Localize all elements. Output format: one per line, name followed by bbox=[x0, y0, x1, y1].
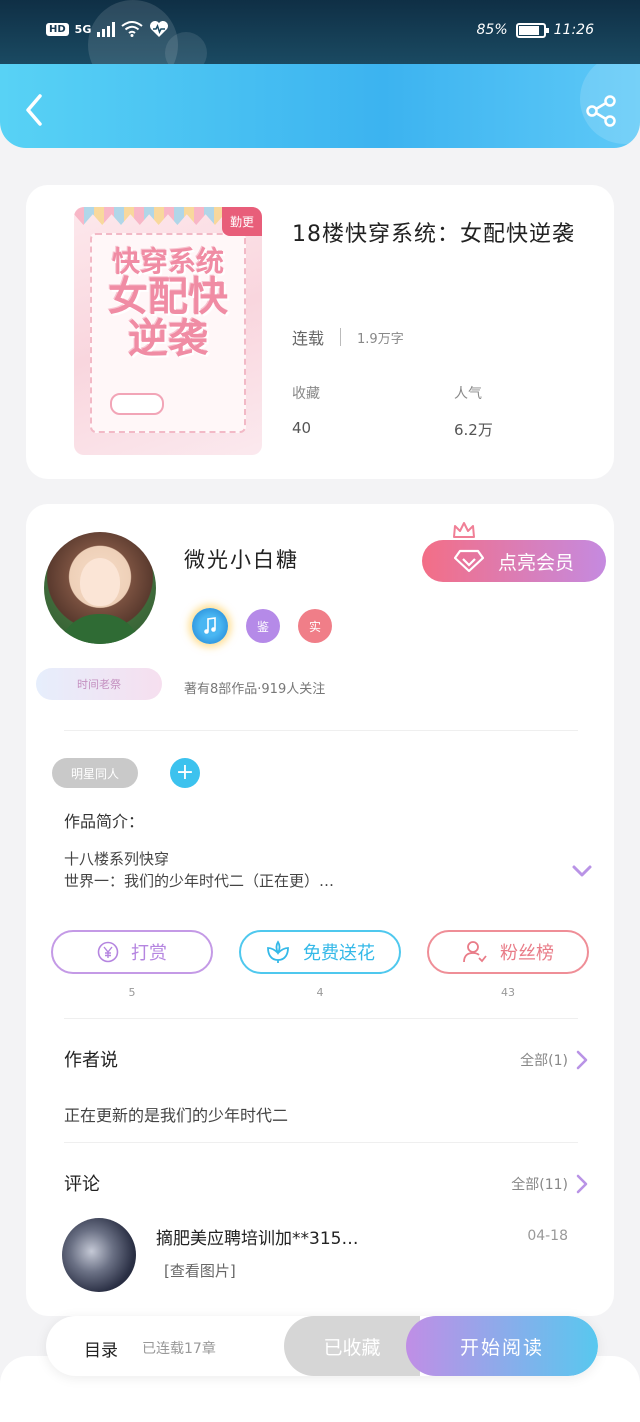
favorited-button[interactable]: 已收藏 bbox=[284, 1316, 420, 1376]
wifi-icon bbox=[121, 21, 143, 37]
favorites-label: 收藏 bbox=[292, 386, 320, 402]
vip-button[interactable]: 点亮会员 bbox=[422, 540, 606, 582]
toc-count: 已连载17章 bbox=[142, 1341, 216, 1357]
popularity-value: 6.2万 bbox=[454, 421, 493, 439]
flower-button[interactable]: 免费送花 bbox=[239, 930, 401, 974]
cover-title-line: 快穿系统 bbox=[111, 245, 224, 278]
clock: 11:26 bbox=[553, 22, 594, 38]
jian-badge[interactable]: 鉴 bbox=[246, 609, 280, 643]
divider bbox=[64, 1142, 578, 1143]
user-icon bbox=[463, 941, 487, 963]
author-badges: 鉴 实 bbox=[192, 608, 332, 644]
status-right: 85% 11:26 bbox=[477, 22, 594, 38]
comments-title: 评论 bbox=[64, 1174, 100, 1195]
battery-icon bbox=[515, 22, 549, 38]
add-tag-button[interactable]: + bbox=[170, 758, 200, 788]
diamond-icon bbox=[453, 549, 484, 573]
book-title: 18楼快穿系统：女配快逆袭 bbox=[292, 222, 575, 247]
author-stats: 著有8部作品·919人关注 bbox=[184, 682, 326, 697]
popularity-label: 人气 bbox=[454, 386, 482, 402]
author-say-all-link[interactable]: 全部(1) bbox=[520, 1050, 588, 1070]
book-status: 连载 bbox=[292, 329, 325, 348]
network-label: 5G bbox=[74, 22, 92, 36]
book-info-card: 快穿系统 女配快 逆袭 勤更 18楼快穿系统：女配快逆袭 连载 1.9万字 收藏… bbox=[26, 185, 614, 479]
author-title-ribbon: 时间老祭 bbox=[36, 668, 162, 700]
start-reading-button[interactable]: 开始阅读 bbox=[406, 1316, 598, 1376]
top-header bbox=[0, 64, 640, 148]
view-image-link[interactable]: [查看图片] bbox=[164, 1260, 236, 1281]
hd-badge: HD bbox=[46, 22, 69, 36]
intro-label: 作品简介： bbox=[64, 812, 145, 831]
crown-icon bbox=[453, 522, 475, 538]
divider bbox=[64, 1018, 578, 1019]
author-say-title: 作者说 bbox=[64, 1050, 118, 1071]
flower-label: 免费送花 bbox=[303, 943, 375, 964]
intro-line: 世界一：我们的少年时代二（正在更）… bbox=[64, 872, 335, 890]
music-badge-icon[interactable] bbox=[192, 608, 228, 644]
book-meta: 连载 1.9万字 bbox=[292, 325, 404, 349]
start-reading-label: 开始阅读 bbox=[459, 1336, 544, 1359]
battery-fill bbox=[518, 25, 539, 35]
fans-count: 43 bbox=[501, 986, 515, 999]
comment-date: 04-18 bbox=[527, 1228, 568, 1244]
reward-label: 打赏 bbox=[131, 943, 167, 964]
share-icon[interactable] bbox=[584, 94, 618, 128]
meta-divider bbox=[340, 328, 342, 346]
author-avatar[interactable] bbox=[44, 532, 156, 644]
avatar-shirt bbox=[58, 614, 142, 644]
reward-count: 5 bbox=[128, 986, 136, 999]
comments-all-label: 全部(11) bbox=[511, 1177, 568, 1193]
cover-title-line: 女配快 bbox=[108, 273, 228, 321]
author-detail-card: 微光小白糖 点亮会员 鉴 实 时间老祭 著有8部作品·919人关注 明星同人 +… bbox=[26, 504, 614, 1316]
vip-button-label: 点亮会员 bbox=[497, 551, 574, 574]
tag-pill[interactable]: 明星同人 bbox=[52, 758, 138, 788]
battery-percent: 85% bbox=[476, 22, 508, 38]
cover-tag: 勤更 bbox=[221, 207, 262, 236]
word-count: 1.9万字 bbox=[357, 331, 404, 347]
comment-text[interactable]: 摘肥美应聘培训加**315… bbox=[156, 1224, 358, 1249]
cover-title-line: 逆袭 bbox=[128, 315, 208, 363]
flower-count: 4 bbox=[316, 986, 324, 999]
status-left: HD 5G bbox=[46, 20, 169, 38]
chevron-right-icon bbox=[576, 1174, 588, 1194]
yen-icon bbox=[97, 941, 119, 963]
chevron-down-icon[interactable] bbox=[570, 862, 594, 880]
comments-all-link[interactable]: 全部(11) bbox=[511, 1174, 588, 1194]
bottom-action-bar: 目录 已连载17章 已收藏 开始阅读 bbox=[46, 1316, 598, 1376]
commenter-avatar[interactable] bbox=[62, 1218, 136, 1292]
author-say-all-label: 全部(1) bbox=[520, 1053, 568, 1069]
bunny-sign-icon bbox=[110, 393, 164, 415]
author-say-content: 正在更新的是我们的少年时代二 bbox=[64, 1106, 289, 1125]
shi-badge[interactable]: 实 bbox=[298, 609, 332, 643]
cover-title: 快穿系统 女配快 逆袭 bbox=[92, 247, 244, 360]
book-cover[interactable]: 快穿系统 女配快 逆袭 勤更 bbox=[74, 207, 262, 455]
avatar-face bbox=[80, 558, 120, 606]
fans-label: 粉丝榜 bbox=[500, 943, 554, 964]
signal-icon bbox=[97, 21, 116, 37]
author-name[interactable]: 微光小白糖 bbox=[184, 544, 299, 574]
fans-rank-button[interactable]: 粉丝榜 bbox=[427, 930, 589, 974]
toc-button[interactable]: 目录 bbox=[84, 1336, 118, 1361]
reward-button[interactable]: 打赏 bbox=[51, 930, 213, 974]
status-bar: HD 5G 85% 11:26 bbox=[0, 0, 640, 90]
divider bbox=[64, 730, 578, 731]
chevron-right-icon bbox=[576, 1050, 588, 1070]
favorites-value: 40 bbox=[292, 419, 312, 437]
flower-icon bbox=[267, 940, 289, 963]
favorited-button-label: 已收藏 bbox=[323, 1336, 381, 1359]
chevron-left-icon[interactable] bbox=[20, 92, 50, 128]
heart-icon bbox=[150, 21, 169, 37]
intro-line: 十八楼系列快穿 bbox=[64, 850, 170, 868]
